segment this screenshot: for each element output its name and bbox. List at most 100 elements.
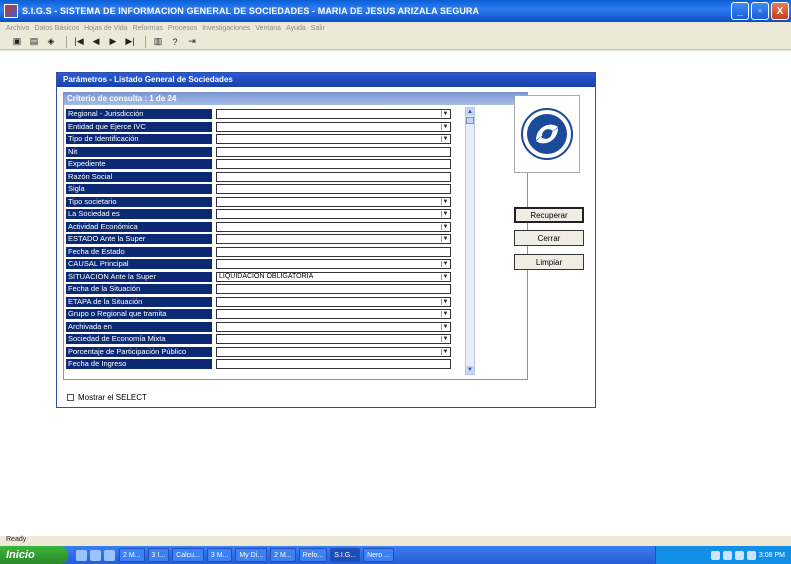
criteria-input[interactable] (216, 171, 451, 182)
criteria-select[interactable]: ▼ (216, 259, 451, 269)
copy-icon[interactable]: ▤ (27, 36, 41, 48)
criteria-select[interactable]: ▼ (216, 334, 451, 344)
chevron-down-icon[interactable]: ▼ (441, 136, 449, 142)
chevron-down-icon[interactable]: ▼ (441, 311, 449, 317)
exit-icon[interactable]: ⇥ (185, 36, 199, 48)
limpiar-button[interactable]: Limpiar (514, 254, 584, 270)
minimize-button[interactable]: _ (731, 2, 749, 20)
task-item[interactable]: Nero ... (363, 548, 395, 562)
menu-hojas-de-vida[interactable]: Hojas de Vida (84, 25, 127, 32)
link-icon[interactable]: ◈ (44, 36, 58, 48)
criteria-select[interactable]: ▼ (216, 234, 451, 244)
criteria-label: Entidad que Ejerce IVC (66, 121, 212, 132)
chevron-down-icon[interactable]: ▼ (441, 123, 449, 130)
task-item[interactable]: 3 M... (206, 548, 233, 562)
outlook-icon[interactable] (90, 549, 101, 561)
criteria-input[interactable] (216, 159, 451, 169)
criteria-select[interactable]: ▼ (216, 209, 451, 219)
panel-title: Criterio de consulta : 1 de 24 (64, 93, 527, 105)
menu-ventana[interactable]: Ventana (255, 25, 281, 32)
toolbar: ▣ ▤ ◈ |◀ ◀ ▶ ▶| ▥ ? ⇥ (0, 34, 791, 50)
chevron-down-icon[interactable]: ▼ (441, 298, 449, 305)
criteria-panel: Criterio de consulta : 1 de 24 Regional … (63, 92, 528, 380)
ie-icon[interactable] (76, 549, 87, 561)
task-item-sigs[interactable]: S.I.G... (330, 548, 361, 562)
criteria-label: Sigla (66, 184, 212, 194)
criteria-select[interactable]: LIQUIDACIÓN OBLIGATORIA ▼ (216, 271, 451, 282)
chevron-down-icon[interactable]: ▼ (441, 198, 449, 205)
criteria-input[interactable] (216, 146, 451, 157)
task-item[interactable]: 2 M... (270, 548, 296, 562)
criteria-input[interactable] (216, 359, 451, 369)
criteria-label: Expediente (66, 159, 212, 169)
desktop-icon[interactable] (104, 549, 115, 561)
criteria-select[interactable]: ▼ (216, 109, 451, 119)
chevron-down-icon[interactable]: ▼ (441, 273, 449, 280)
criteria-input[interactable] (216, 284, 451, 294)
first-record-icon[interactable]: |◀ (72, 36, 86, 48)
start-button[interactable]: Inicio (0, 546, 68, 564)
criteria-label: Archivada en (66, 321, 212, 332)
menu-investigaciones[interactable]: Investigaciones (202, 25, 250, 32)
criteria-label: Nit (66, 146, 212, 157)
mostrar-select-checkbox[interactable]: Mostrar el SELECT (67, 393, 147, 402)
tray-icon[interactable] (746, 550, 756, 560)
criteria-select[interactable]: ▼ (216, 296, 451, 307)
chevron-down-icon[interactable]: ▼ (441, 211, 449, 217)
prev-record-icon[interactable]: ◀ (89, 36, 103, 48)
task-item[interactable]: 2 M... (119, 548, 145, 562)
criteria-select[interactable]: ▼ (216, 321, 451, 332)
help-icon[interactable]: ? (168, 36, 182, 48)
chevron-down-icon[interactable]: ▼ (441, 261, 449, 267)
menu-ayuda[interactable]: Ayuda (286, 25, 306, 32)
criteria-select[interactable]: ▼ (216, 196, 451, 207)
parameters-dialog: Parámetros - Listado General de Sociedad… (56, 72, 596, 408)
vertical-scrollbar[interactable]: ▲ ▼ (465, 107, 475, 375)
criteria-input[interactable] (216, 184, 451, 194)
checkbox-box[interactable] (67, 394, 74, 401)
query-icon[interactable]: ▥ (151, 36, 165, 48)
menu-procesos[interactable]: Procesos (168, 25, 197, 32)
criteria-label: Tipo de Identificación (66, 134, 212, 144)
criteria-select[interactable]: ▼ (216, 134, 451, 144)
tray-icon[interactable] (734, 550, 744, 560)
criteria-select[interactable]: ▼ (216, 221, 451, 232)
chevron-down-icon[interactable]: ▼ (441, 111, 449, 117)
task-item[interactable]: Calcu... (172, 548, 204, 562)
next-record-icon[interactable]: ▶ (106, 36, 120, 48)
criteria-select[interactable]: ▼ (216, 309, 451, 319)
close-button[interactable]: X (771, 2, 789, 20)
criteria-value: LIQUIDACIÓN OBLIGATORIA (219, 272, 314, 280)
task-item[interactable]: My Di... (235, 548, 268, 562)
chevron-down-icon[interactable]: ▼ (441, 236, 449, 242)
criteria-select[interactable]: ▼ (216, 346, 451, 357)
criteria-select[interactable]: ▼ (216, 121, 451, 132)
last-record-icon[interactable]: ▶| (123, 36, 137, 48)
criteria-label: Tipo societario (66, 196, 212, 207)
menu-reformas[interactable]: Reformas (133, 25, 163, 32)
scroll-thumb[interactable] (466, 117, 474, 124)
cerrar-button[interactable]: Cerrar (514, 230, 584, 246)
supersociedades-logo (514, 95, 580, 173)
task-item[interactable]: 3 I... (147, 548, 170, 562)
menu-datos-basicos[interactable]: Datos Básicos (34, 25, 79, 32)
task-item[interactable]: Refo... (298, 548, 328, 562)
menu-archivo[interactable]: Archivo (6, 25, 29, 32)
tray-icon[interactable] (710, 550, 720, 560)
criteria-input[interactable] (216, 246, 451, 257)
system-tray: 3:08 PM (655, 546, 791, 564)
tray-icon[interactable] (722, 550, 732, 560)
chevron-down-icon[interactable]: ▼ (441, 348, 449, 355)
chevron-down-icon[interactable]: ▼ (441, 323, 449, 330)
criteria-label: ETAPA de la Situación (66, 296, 212, 307)
save-icon[interactable]: ▣ (10, 36, 24, 48)
scroll-up-icon[interactable]: ▲ (466, 108, 474, 116)
menu-salir[interactable]: Salir (311, 25, 325, 32)
criteria-label: Fecha de la Situación (66, 284, 212, 294)
scroll-down-icon[interactable]: ▼ (466, 366, 474, 374)
maximize-button[interactable]: ▫ (751, 2, 769, 20)
status-bar: Ready (0, 536, 791, 546)
chevron-down-icon[interactable]: ▼ (441, 336, 449, 342)
chevron-down-icon[interactable]: ▼ (441, 223, 449, 230)
recuperar-button[interactable]: Recuperar (514, 207, 584, 223)
